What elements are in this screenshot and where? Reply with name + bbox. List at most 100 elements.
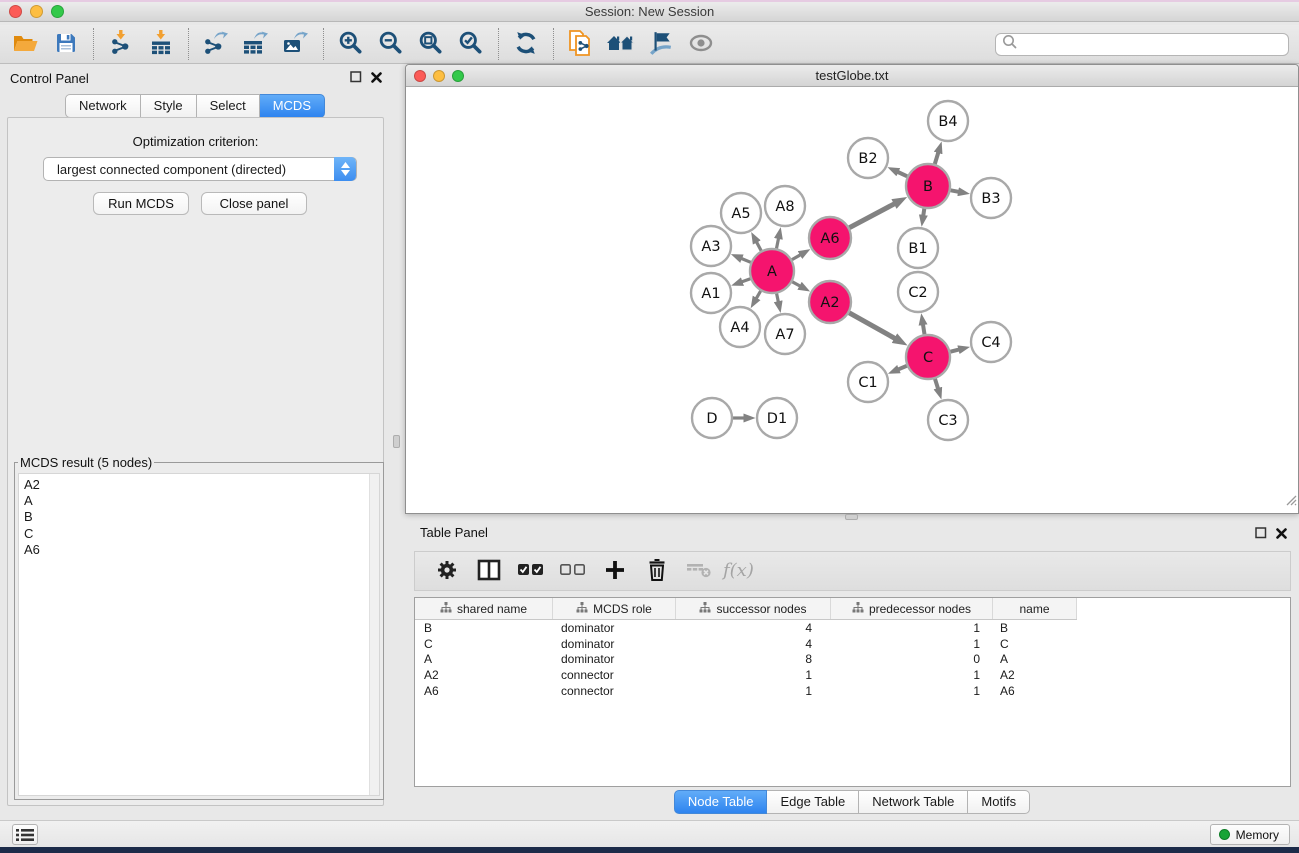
zoom-selected-button[interactable] — [453, 27, 489, 61]
graph-edge-C-C3[interactable] — [935, 379, 938, 389]
graph-edge-B-B3[interactable] — [951, 190, 959, 192]
column-header[interactable]: successor nodes — [676, 598, 831, 619]
import-table-button[interactable] — [143, 27, 179, 61]
graph-edge-B-B2[interactable] — [898, 172, 907, 176]
add-column-button[interactable] — [600, 556, 630, 586]
close-panel-icon[interactable] — [371, 70, 382, 88]
graph-edge-A-A1[interactable] — [742, 279, 750, 282]
table-options-button[interactable] — [432, 556, 462, 586]
result-item[interactable]: C — [24, 526, 379, 542]
network-close-icon[interactable] — [414, 70, 426, 82]
graph-node-B1[interactable]: B1 — [898, 228, 938, 268]
table-row[interactable]: A2connector11A2 — [415, 667, 1077, 683]
graph-node-B3[interactable]: B3 — [971, 178, 1011, 218]
graph-node-A3[interactable]: A3 — [691, 226, 731, 266]
zoom-in-button[interactable] — [333, 27, 369, 61]
graph-node-A7[interactable]: A7 — [765, 314, 805, 354]
graph-node-D[interactable]: D — [692, 398, 732, 438]
delete-column-button[interactable] — [642, 556, 672, 586]
minimize-window-icon[interactable] — [30, 5, 43, 18]
run-mcds-button[interactable]: Run MCDS — [93, 192, 189, 215]
tab-style[interactable]: Style — [141, 94, 197, 118]
graph-node-C[interactable]: C — [906, 335, 950, 379]
graph-edge-C-C4[interactable] — [950, 350, 959, 352]
export-image-button[interactable] — [278, 27, 314, 61]
close-table-panel-icon[interactable] — [1276, 526, 1287, 544]
resize-grip-icon[interactable] — [1283, 492, 1297, 511]
column-header[interactable]: predecessor nodes — [831, 598, 993, 619]
select-all-button[interactable] — [516, 556, 546, 586]
refresh-button[interactable] — [508, 27, 544, 61]
mcds-result-list[interactable]: A2ABCA6 — [18, 473, 380, 796]
result-item[interactable]: A6 — [24, 542, 379, 558]
float-panel-icon[interactable] — [350, 70, 362, 88]
graph-node-A6[interactable]: A6 — [809, 217, 851, 259]
deselect-all-button[interactable] — [558, 556, 588, 586]
table-tab-edge-table[interactable]: Edge Table — [767, 790, 859, 814]
network-graph[interactable]: B4 B2 B B3 A8 A5 A6 A3 B1 A A1 C2 A2 A4 — [407, 88, 1297, 512]
table-row[interactable]: Bdominator41B — [415, 620, 1077, 636]
graph-node-A5[interactable]: A5 — [721, 193, 761, 233]
zoom-out-button[interactable] — [373, 27, 409, 61]
graph-edge-A-A4[interactable] — [756, 291, 760, 298]
graph-node-A[interactable]: A — [750, 249, 794, 293]
zoom-fit-button[interactable] — [413, 27, 449, 61]
network-zoom-icon[interactable] — [452, 70, 464, 82]
open-file-button[interactable] — [8, 27, 44, 61]
float-table-panel-icon[interactable] — [1255, 526, 1267, 544]
divider-grip[interactable] — [393, 435, 400, 448]
network-window-titlebar[interactable]: testGlobe.txt — [406, 65, 1298, 87]
export-table-button[interactable] — [238, 27, 274, 61]
result-scrollbar[interactable] — [369, 474, 379, 795]
graph-node-D1[interactable]: D1 — [757, 398, 797, 438]
graph-node-C2[interactable]: C2 — [898, 272, 938, 312]
export-network-button[interactable] — [198, 27, 234, 61]
search-box[interactable] — [995, 33, 1289, 56]
flag-button[interactable] — [643, 27, 679, 61]
tab-select[interactable]: Select — [197, 94, 260, 118]
graph-node-C4[interactable]: C4 — [971, 322, 1011, 362]
table-tab-motifs[interactable]: Motifs — [968, 790, 1030, 814]
toggle-columns-button[interactable] — [474, 556, 504, 586]
graph-node-B[interactable]: B — [906, 164, 950, 208]
table-tab-network-table[interactable]: Network Table — [859, 790, 968, 814]
copy-network-button[interactable] — [563, 27, 599, 61]
table-row[interactable]: A6connector11A6 — [415, 683, 1077, 699]
network-minimize-icon[interactable] — [433, 70, 445, 82]
zoom-window-icon[interactable] — [51, 5, 64, 18]
graph-edge-B-B4[interactable] — [935, 153, 939, 165]
table-tab-node-table[interactable]: Node Table — [674, 790, 768, 814]
optimization-criterion-select[interactable]: largest connected component (directed) — [43, 157, 357, 181]
table-row[interactable]: Cdominator41C — [415, 636, 1077, 652]
close-panel-button[interactable]: Close panel — [201, 192, 307, 215]
graph-edge-A6-B[interactable] — [849, 204, 894, 228]
result-item[interactable]: A2 — [24, 477, 379, 493]
close-window-icon[interactable] — [9, 5, 22, 18]
graph-node-C1[interactable]: C1 — [848, 362, 888, 402]
graph-node-B2[interactable]: B2 — [848, 138, 888, 178]
graph-edge-A2-C[interactable] — [849, 313, 895, 339]
panel-divider[interactable] — [390, 64, 405, 820]
column-header[interactable]: MCDS role — [553, 598, 676, 619]
graph-edge-A-A3[interactable] — [742, 259, 751, 263]
result-item[interactable]: B — [24, 509, 379, 525]
column-header[interactable]: shared name — [415, 598, 553, 619]
graph-edge-C-C2[interactable] — [923, 325, 925, 335]
tab-network[interactable]: Network — [65, 94, 141, 118]
column-header[interactable]: name — [993, 598, 1077, 619]
graph-edge-A-A2[interactable] — [792, 282, 800, 286]
graph-node-C3[interactable]: C3 — [928, 400, 968, 440]
graph-node-A8[interactable]: A8 — [765, 186, 805, 226]
tab-mcds[interactable]: MCDS — [260, 94, 325, 118]
graph-edge-A-A6[interactable] — [792, 255, 800, 260]
graph-edge-C-C1[interactable] — [899, 366, 907, 370]
houses-button[interactable] — [603, 27, 639, 61]
graph-edge-A-A8[interactable] — [777, 238, 779, 248]
graph-edge-B-B1[interactable] — [923, 209, 924, 216]
import-network-button[interactable] — [103, 27, 139, 61]
memory-button[interactable]: Memory — [1210, 824, 1290, 845]
graph-node-A4[interactable]: A4 — [720, 307, 760, 347]
graph-node-B4[interactable]: B4 — [928, 101, 968, 141]
graph-edge-A-A5[interactable] — [757, 242, 762, 251]
graph-node-A1[interactable]: A1 — [691, 273, 731, 313]
